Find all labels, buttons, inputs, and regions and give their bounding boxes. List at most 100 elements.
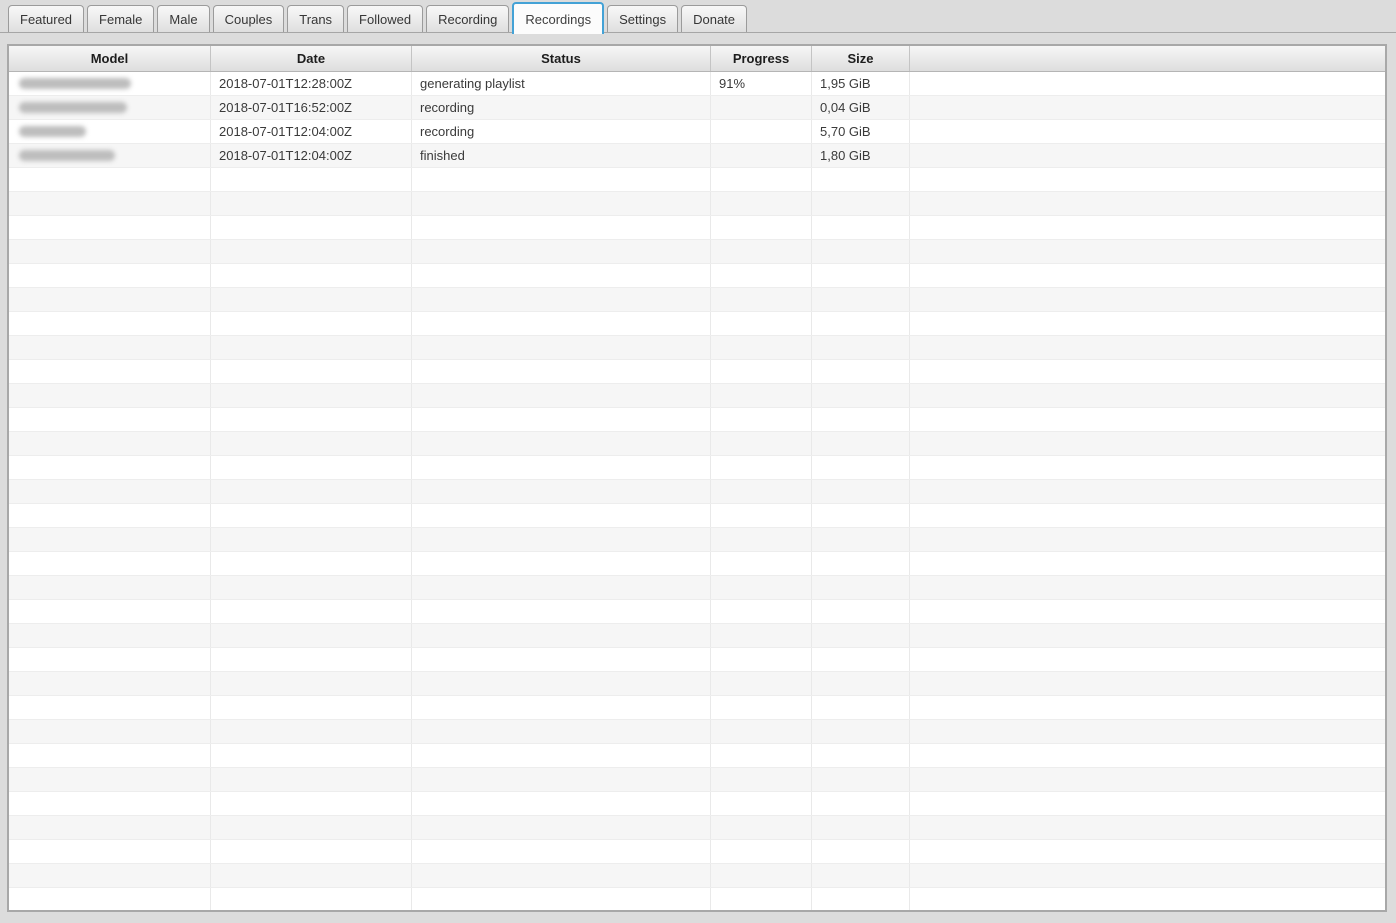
- cell-size: [812, 648, 910, 671]
- cell-date: [211, 600, 412, 623]
- cell-progress: [711, 648, 812, 671]
- empty-row[interactable]: [9, 432, 1385, 456]
- cell-progress: [711, 624, 812, 647]
- empty-row[interactable]: [9, 288, 1385, 312]
- empty-row[interactable]: [9, 792, 1385, 816]
- cell-model: [9, 360, 211, 383]
- tab-followed[interactable]: Followed: [347, 5, 424, 32]
- empty-row[interactable]: [9, 840, 1385, 864]
- cell-model: [9, 552, 211, 575]
- empty-row[interactable]: [9, 696, 1385, 720]
- empty-row[interactable]: [9, 408, 1385, 432]
- cell-filler: [910, 648, 1385, 671]
- tab-recordings[interactable]: Recordings: [512, 2, 605, 34]
- empty-row[interactable]: [9, 360, 1385, 384]
- cell-status: [412, 216, 711, 239]
- cell-filler: [910, 840, 1385, 863]
- empty-row[interactable]: [9, 240, 1385, 264]
- cell-progress: [711, 888, 812, 910]
- cell-date: [211, 552, 412, 575]
- cell-filler: [910, 600, 1385, 623]
- cell-status: [412, 864, 711, 887]
- tab-donate[interactable]: Donate: [681, 5, 748, 32]
- empty-row[interactable]: [9, 264, 1385, 288]
- cell-progress: [711, 528, 812, 551]
- empty-row[interactable]: [9, 168, 1385, 192]
- cell-model: [9, 168, 211, 191]
- empty-row[interactable]: [9, 624, 1385, 648]
- cell-filler: [910, 240, 1385, 263]
- cell-progress: [711, 408, 812, 431]
- cell-date: [211, 576, 412, 599]
- cell-progress: 91%: [711, 72, 812, 95]
- empty-row[interactable]: [9, 384, 1385, 408]
- tab-male[interactable]: Male: [157, 5, 210, 32]
- empty-row[interactable]: [9, 768, 1385, 792]
- tab-trans[interactable]: Trans: [287, 5, 345, 32]
- empty-row[interactable]: [9, 504, 1385, 528]
- empty-row[interactable]: [9, 816, 1385, 840]
- empty-row[interactable]: [9, 528, 1385, 552]
- tab-female[interactable]: Female: [87, 5, 155, 32]
- tab-settings[interactable]: Settings: [607, 5, 679, 32]
- cell-progress: [711, 456, 812, 479]
- cell-progress: [711, 552, 812, 575]
- cell-progress: [711, 816, 812, 839]
- cell-size: [812, 336, 910, 359]
- cell-status: [412, 408, 711, 431]
- cell-model: [9, 504, 211, 527]
- empty-row[interactable]: [9, 648, 1385, 672]
- cell-progress: [711, 720, 812, 743]
- cell-size: 1,80 GiB: [812, 144, 910, 167]
- recording-row[interactable]: 2018-07-01T16:52:00Z recording 0,04 GiB: [9, 96, 1385, 120]
- column-header-progress[interactable]: Progress: [711, 46, 812, 71]
- empty-row[interactable]: [9, 336, 1385, 360]
- cell-filler: [910, 336, 1385, 359]
- cell-status: [412, 792, 711, 815]
- cell-size: [812, 816, 910, 839]
- recording-row[interactable]: 2018-07-01T12:28:00Z generating playlist 9…: [9, 72, 1385, 96]
- cell-filler: [910, 696, 1385, 719]
- cell-date: [211, 768, 412, 791]
- empty-row[interactable]: [9, 480, 1385, 504]
- cell-progress: [711, 384, 812, 407]
- empty-row[interactable]: [9, 672, 1385, 696]
- recording-row[interactable]: 2018-07-01T12:04:00Z finished 1,80 GiB: [9, 144, 1385, 168]
- cell-size: [812, 744, 910, 767]
- cell-date: [211, 192, 412, 215]
- empty-row[interactable]: [9, 192, 1385, 216]
- empty-row[interactable]: [9, 600, 1385, 624]
- empty-row[interactable]: [9, 864, 1385, 888]
- cell-filler: [910, 72, 1385, 95]
- cell-size: [812, 432, 910, 455]
- column-header-date[interactable]: Date: [211, 46, 412, 71]
- cell-size: [812, 480, 910, 503]
- cell-status: [412, 456, 711, 479]
- empty-row[interactable]: [9, 888, 1385, 910]
- empty-row[interactable]: [9, 576, 1385, 600]
- cell-progress: [711, 240, 812, 263]
- empty-row[interactable]: [9, 552, 1385, 576]
- recording-row[interactable]: 2018-07-01T12:04:00Z recording 5,70 GiB: [9, 120, 1385, 144]
- tab-recording[interactable]: Recording: [426, 5, 510, 32]
- empty-row[interactable]: [9, 744, 1385, 768]
- column-header-model[interactable]: Model: [9, 46, 211, 71]
- cell-model: [9, 672, 211, 695]
- cell-model: [9, 288, 211, 311]
- cell-date: [211, 816, 412, 839]
- tab-featured[interactable]: Featured: [8, 5, 85, 32]
- cell-filler: [910, 624, 1385, 647]
- column-header-size[interactable]: Size: [812, 46, 910, 71]
- cell-date: [211, 456, 412, 479]
- empty-row[interactable]: [9, 216, 1385, 240]
- column-header-status[interactable]: Status: [412, 46, 711, 71]
- cell-size: [812, 672, 910, 695]
- tab-couples[interactable]: Couples: [212, 5, 285, 32]
- cell-size: [812, 360, 910, 383]
- cell-model: [9, 192, 211, 215]
- cell-model: [9, 624, 211, 647]
- cell-progress: [711, 840, 812, 863]
- empty-row[interactable]: [9, 312, 1385, 336]
- empty-row[interactable]: [9, 720, 1385, 744]
- empty-row[interactable]: [9, 456, 1385, 480]
